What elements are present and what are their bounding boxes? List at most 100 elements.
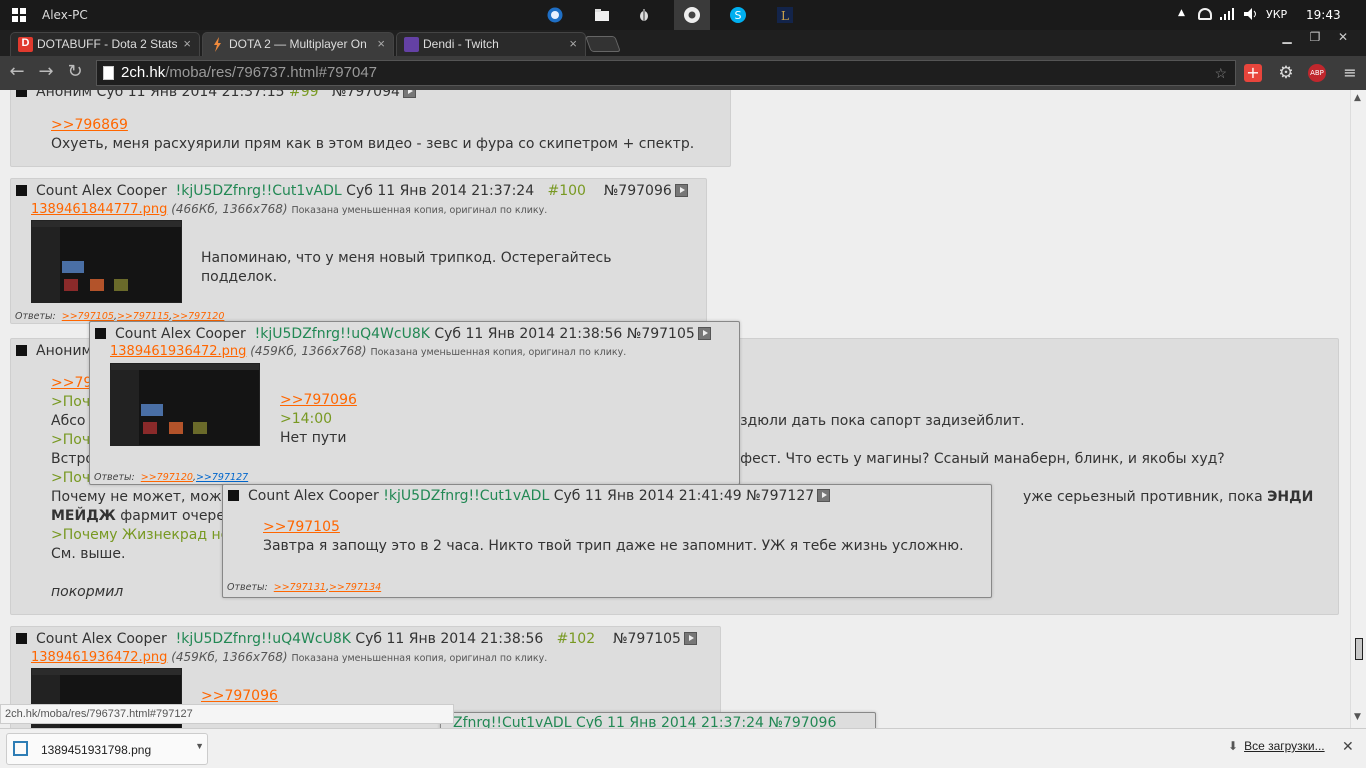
plus-extension-icon[interactable]: + (1244, 64, 1262, 82)
back-arrow-icon[interactable]: ← (6, 62, 28, 84)
attachment-info: 1389461936472.png (459Кб, 1366x768) Пока… (31, 650, 548, 665)
post-id[interactable]: №797105 (627, 326, 695, 342)
reply-link[interactable]: >>797127 (196, 472, 248, 483)
replies-list: Ответы: >>797120,>>797127 (94, 472, 249, 483)
attachment-info: 1389461936472.png (459Кб, 1366x768) Пока… (110, 344, 627, 359)
league-of-legends-taskbar-icon[interactable]: L (767, 0, 803, 30)
reply-link[interactable]: >>796869 (51, 117, 128, 133)
steam-tray-icon[interactable] (1198, 8, 1212, 20)
reply-link[interactable]: >>797096 (201, 688, 278, 704)
file-explorer-taskbar-icon[interactable] (584, 0, 620, 30)
reply-link[interactable]: >>797131 (274, 582, 326, 593)
skype-taskbar-icon[interactable]: S (720, 0, 756, 30)
clock-time[interactable]: 19:43 (1306, 8, 1341, 22)
computer-name: Alex-PC (42, 8, 88, 22)
post-id[interactable]: №797096 (604, 183, 672, 199)
poster-name: Count Alex Cooper (36, 183, 167, 199)
tab-label: DOTABUFF - Dota 2 Stats (37, 37, 178, 51)
show-all-downloads-link[interactable]: ⬇ Все загрузки... (1228, 739, 1325, 753)
post-header: Count Alex Cooper !kjU5DZfnrg!!uQ4WcU8K … (95, 326, 711, 342)
download-shelf: 1389451931798.png ▼ ⬇ Все загрузки... ✕ (0, 728, 1366, 768)
tray-expand-icon[interactable]: ▲ (1178, 8, 1185, 18)
chevron-down-icon[interactable]: ▼ (195, 741, 204, 751)
forward-arrow-icon[interactable]: → (35, 62, 57, 84)
post-number[interactable]: #102 (557, 631, 595, 647)
tab-label: DOTA 2 — Multiplayer On (229, 37, 367, 51)
post-checkbox[interactable] (95, 328, 106, 339)
scroll-up-arrow-icon[interactable]: ▲ (1354, 93, 1361, 103)
post-text: >>797096 >14:00 Нет пути (280, 392, 357, 446)
svg-text:S: S (735, 9, 742, 22)
post-id[interactable]: №797127 (746, 488, 814, 504)
reply-link[interactable]: >>797120 (141, 472, 193, 483)
close-tab-icon[interactable]: × (183, 36, 191, 51)
thunderbird-taskbar-icon[interactable] (537, 0, 573, 30)
post-checkbox[interactable] (16, 633, 27, 644)
input-language[interactable]: УКР (1266, 8, 1287, 21)
address-bar[interactable]: 2ch.hk/moba/res/796737.html#797047 ☆ (96, 60, 1236, 86)
post-preview-popup-797105: Count Alex Cooper !kjU5DZfnrg!!uQ4WcU8K … (89, 321, 740, 485)
post-id[interactable]: №797105 (613, 631, 681, 647)
post-checkbox[interactable] (228, 490, 239, 501)
page-scrollbar[interactable]: ▲ ▼ (1350, 90, 1366, 728)
close-download-shelf-icon[interactable]: ✕ (1342, 738, 1354, 755)
volume-icon[interactable] (1244, 8, 1258, 23)
reload-icon[interactable]: ↻ (64, 62, 86, 84)
post-header: Count Alex Cooper !kjU5DZfnrg!!Cut1vADL … (228, 488, 831, 504)
attachment-info: 1389461844777.png (466Кб, 1366x768) Пока… (31, 202, 548, 217)
post-id[interactable]: №797094 (332, 90, 400, 100)
post-body: >>796869 Охуеть, меня расхуярили прям ка… (51, 116, 694, 154)
post-date: Суб 11 Янв 2014 21:38:56 (434, 326, 623, 342)
close-tab-icon[interactable]: × (377, 36, 385, 51)
tab-twitch[interactable]: Dendi - Twitch × (396, 32, 586, 56)
bookmark-star-icon[interactable]: ☆ (1214, 65, 1227, 82)
tab-dotabuff[interactable]: D DOTABUFF - Dota 2 Stats × (10, 32, 200, 56)
settings-gear-icon[interactable]: ⚙ (1277, 64, 1295, 82)
paw-app-taskbar-icon[interactable] (626, 0, 662, 30)
chrome-taskbar-icon[interactable] (674, 0, 710, 30)
image-file-icon (13, 741, 28, 756)
close-tab-icon[interactable]: × (569, 36, 577, 51)
post-menu-icon[interactable] (674, 184, 688, 197)
post-checkbox[interactable] (16, 185, 27, 196)
attachment-thumbnail[interactable] (110, 363, 260, 446)
signal-strength-icon[interactable] (1220, 8, 1236, 23)
minimize-window-button[interactable]: ▁ (1272, 30, 1302, 50)
post-checkbox[interactable] (16, 345, 27, 356)
reply-link[interactable]: >>797134 (329, 582, 381, 593)
thread-page: Аноним Суб 11 Янв 2014 21:37:15 #99 №797… (0, 90, 1350, 728)
replies-list: Ответы: >>797131,>>797134 (227, 582, 382, 593)
post-797096: Count Alex Cooper !kjU5DZfnrg!!Cut1vADL … (10, 178, 707, 324)
post-menu-icon[interactable] (697, 327, 711, 340)
windows-start-icon[interactable] (12, 8, 26, 22)
post-menu-icon[interactable] (817, 489, 831, 502)
chrome-menu-icon[interactable]: ≡ (1341, 64, 1359, 82)
reply-link[interactable]: >>797105 (263, 519, 340, 535)
post-header: Count Alex Cooper !kjU5DZfnrg!!Cut1vADL … (16, 183, 688, 199)
post-menu-icon[interactable] (402, 90, 416, 98)
reply-link[interactable]: >>797096 (280, 392, 357, 408)
download-filename: 1389451931798.png (41, 743, 152, 757)
tripcode: !kjU5DZfnrg!!uQ4WcU8K (175, 631, 351, 647)
close-window-button[interactable]: ✕ (1328, 30, 1358, 50)
post-number[interactable]: #99 (289, 90, 319, 100)
download-arrow-icon: ⬇ (1228, 739, 1239, 753)
tab-dota2[interactable]: DOTA 2 — Multiplayer On × (202, 32, 394, 56)
attachment-filename[interactable]: 1389461936472.png (110, 344, 246, 359)
post-text: >>797105 Завтра я запощу это в 2 часа. Н… (263, 519, 964, 554)
tripcode: !kjU5DZfnrg!!Cut1vADL (175, 183, 342, 199)
download-item[interactable]: 1389451931798.png ▼ (6, 733, 208, 765)
attachment-thumbnail[interactable] (31, 220, 182, 303)
post-checkbox[interactable] (16, 90, 27, 97)
poster-name: Count Alex Cooper (115, 326, 246, 342)
post-number[interactable]: #100 (547, 183, 585, 199)
adblock-plus-icon[interactable]: ABP (1308, 64, 1326, 82)
attachment-filename[interactable]: 1389461844777.png (31, 202, 167, 217)
post-menu-icon[interactable] (683, 632, 697, 645)
new-tab-button[interactable] (585, 36, 621, 52)
scrollbar-thumb[interactable] (1355, 638, 1363, 660)
restore-window-button[interactable]: ❐ (1300, 30, 1330, 50)
scroll-down-arrow-icon[interactable]: ▼ (1354, 712, 1361, 722)
tripcode: !kjU5DZfnrg!!Cut1vADL (383, 488, 550, 504)
attachment-filename[interactable]: 1389461936472.png (31, 650, 167, 665)
